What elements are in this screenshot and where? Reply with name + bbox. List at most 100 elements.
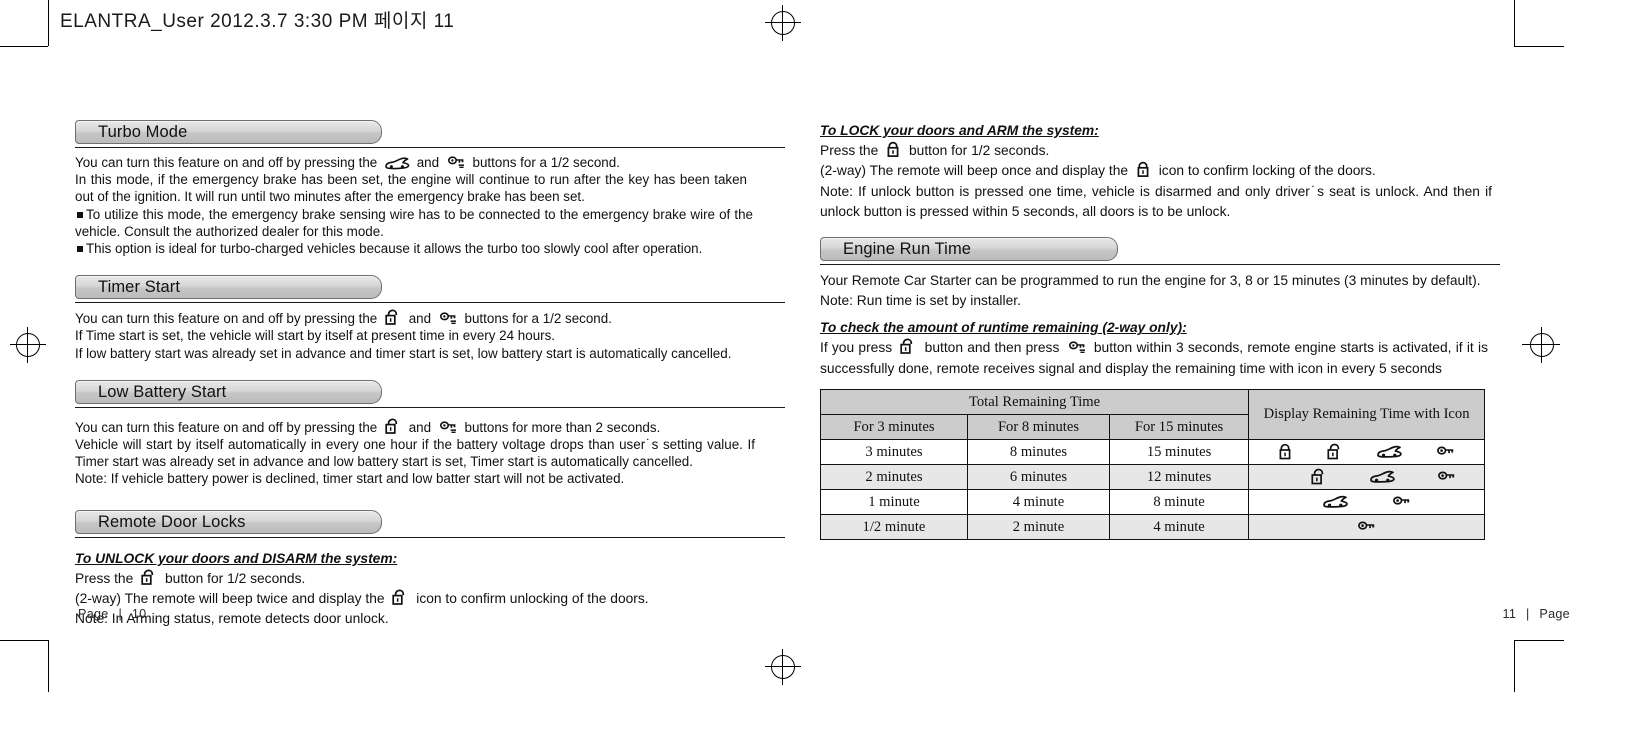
bullet-square-icon <box>77 245 83 252</box>
turbo-line-2: In this mode, if the emergency brake has… <box>75 172 747 205</box>
lock-line-3: Note: If unlock button is pressed one ti… <box>820 183 1492 220</box>
car-icon <box>384 157 410 170</box>
remote-door-locks-rule <box>75 536 785 538</box>
block-lock-arm: To LOCK your doors and ARM the system: P… <box>820 120 1500 223</box>
unlock-icon <box>384 418 402 435</box>
lock-text-c: (2-way) The remote will beep once and di… <box>820 163 1129 179</box>
section-title-label: Engine Run Time <box>843 239 972 258</box>
timer-line-2: If Time start is set, the vehicle will s… <box>75 328 556 344</box>
trim-mark-left <box>10 344 44 345</box>
crop-mark-tr-h <box>1514 46 1564 47</box>
registration-mark-bottom <box>765 649 801 685</box>
lock-icon <box>1135 161 1152 178</box>
car-icon <box>1369 470 1396 484</box>
table-cell: 2 minute <box>966 514 1111 541</box>
table-column-header: For 3 minutes <box>820 414 968 441</box>
table-cell-icons <box>1248 439 1485 466</box>
unlock-subtitle-wrap: To UNLOCK your doors and DISARM the syst… <box>75 548 785 569</box>
key-icon <box>1391 494 1412 510</box>
key-icon <box>1435 444 1456 460</box>
car-icon <box>1376 445 1403 459</box>
turbo-line-1: You can turn this feature on and off by … <box>75 154 785 171</box>
table-cell: 1/2 minute <box>820 514 968 541</box>
unlock-text-b: button for 1/2 seconds. <box>164 570 306 586</box>
table-cell-icons <box>1248 514 1485 541</box>
timer-text-a: You can turn this feature on and off by … <box>75 311 378 327</box>
low-battery-line-2: Vehicle will start by itself automatical… <box>75 437 755 470</box>
turbo-text-c: buttons for a 1/2 second. <box>472 155 620 170</box>
turbo-mode-heading: Turbo Mode <box>75 120 785 144</box>
footer-left-label: Page <box>78 607 109 621</box>
engine-line-2: Note: Run time is set by installer. <box>820 293 1021 309</box>
turbo-mode-rule <box>75 147 785 148</box>
footer-right-label: Page <box>1539 607 1570 621</box>
section-title-label: Remote Door Locks <box>98 512 246 531</box>
turbo-text-b: and <box>416 155 440 170</box>
unlock-line-1: Press the button for 1/2 seconds. <box>75 569 785 589</box>
table-column-header: For 8 minutes <box>966 414 1111 441</box>
crop-mark-tr-v <box>1514 0 1515 46</box>
low-battery-text-b: and <box>408 419 432 435</box>
turbo-bullet-1: To utilize this mode, the emergency brak… <box>75 206 753 240</box>
bullet-square-icon <box>77 211 83 218</box>
lock-icon <box>1277 443 1294 461</box>
timer-text-b: and <box>408 311 432 327</box>
timer-line-3: If low battery start was already set in … <box>75 345 732 361</box>
low-battery-line-3: Note: If vehicle battery power is declin… <box>75 471 625 487</box>
lock-icon <box>885 141 902 158</box>
lock-text-a: Press the <box>820 143 879 158</box>
table-group-header: Total Remaining Time <box>819 389 1250 416</box>
crop-mark-tl-v <box>48 0 49 46</box>
registration-mark-left <box>10 327 46 363</box>
low-battery-rule <box>75 406 785 408</box>
crop-mark-bl-h <box>0 640 48 641</box>
table-header-row-1: Total Remaining Time Display Remaining T… <box>819 389 1485 441</box>
print-header-text: ELANTRA_User 2012.3.7 3:30 PM 페이지 11 <box>60 11 455 32</box>
engine-run-time-rule <box>820 263 1500 265</box>
table-row: 3 minutes 8 minutes 15 minutes <box>820 439 1485 466</box>
print-header-strip: ELANTRA_User 2012.3.7 3:30 PM 페이지 11 <box>0 0 1648 46</box>
runtime-text-c: button within 3 seconds, remote engine s… <box>820 340 1488 376</box>
table-cell: 1 minute <box>820 489 968 516</box>
lock-line-2: (2-way) The remote will beep once and di… <box>820 161 1500 181</box>
turbo-bullet-2-text: This option is ideal for turbo-charged v… <box>86 241 703 257</box>
table-cell: 4 minute <box>1108 514 1250 541</box>
engine-line-1: Your Remote Car Starter can be programme… <box>820 272 1481 288</box>
table-cell: 3 minutes <box>820 439 968 466</box>
remote-door-locks-heading: Remote Door Locks <box>75 509 785 534</box>
section-timer-start: Timer Start You can turn this feature on… <box>75 275 785 362</box>
table-cell: 4 minute <box>966 489 1111 516</box>
table-cell: 15 minutes <box>1108 439 1250 466</box>
footer-right: 11 | Page <box>1502 607 1570 621</box>
unlock-line-3: Note: In Arming status, remote detects d… <box>75 611 389 627</box>
key-icon <box>446 154 466 170</box>
right-column: To LOCK your doors and ARM the system: P… <box>819 120 1500 541</box>
footer-right-separator: | <box>1525 607 1530 621</box>
key-icon <box>1067 339 1087 355</box>
trim-mark-right <box>1522 344 1556 345</box>
low-battery-text-a: You can turn this feature on and off by … <box>75 419 378 435</box>
engine-run-time-heading: Engine Run Time <box>820 236 1500 261</box>
lock-subtitle-wrap: To LOCK your doors and ARM the system: <box>820 120 1500 141</box>
table-head: Total Remaining Time Display Remaining T… <box>819 389 1485 441</box>
footer-left-separator: | <box>118 607 123 621</box>
unlock-text-c: (2-way) The remote will beep twice and d… <box>75 591 385 607</box>
table-column-header: For 15 minutes <box>1108 414 1250 441</box>
timer-start-rule <box>75 302 785 304</box>
timer-start-heading: Timer Start <box>75 275 785 300</box>
key-icon <box>1356 519 1377 535</box>
unlock-icon <box>899 338 917 355</box>
unlock-line-2: (2-way) The remote will beep twice and d… <box>75 589 785 609</box>
runtime-subtitle: To check the amount of runtime remaining… <box>820 320 1187 336</box>
runtime-text-b: button and then press <box>924 340 1060 356</box>
table-cell: 6 minutes <box>966 464 1111 491</box>
unlock-icon <box>391 589 409 606</box>
table-body: 3 minutes 8 minutes 15 minutes 2 minutes… <box>820 439 1485 541</box>
table-cell-icons <box>1248 464 1485 491</box>
unlock-icon <box>384 309 402 326</box>
table-row: 2 minutes 6 minutes 12 minutes <box>820 464 1485 491</box>
section-title-label: Low Battery Start <box>98 382 227 401</box>
unlock-icon <box>140 569 158 586</box>
runtime-subtitle-wrap: To check the amount of runtime remaining… <box>820 317 1500 338</box>
section-engine-run-time: Engine Run Time Your Remote Car Starter … <box>819 236 1500 541</box>
